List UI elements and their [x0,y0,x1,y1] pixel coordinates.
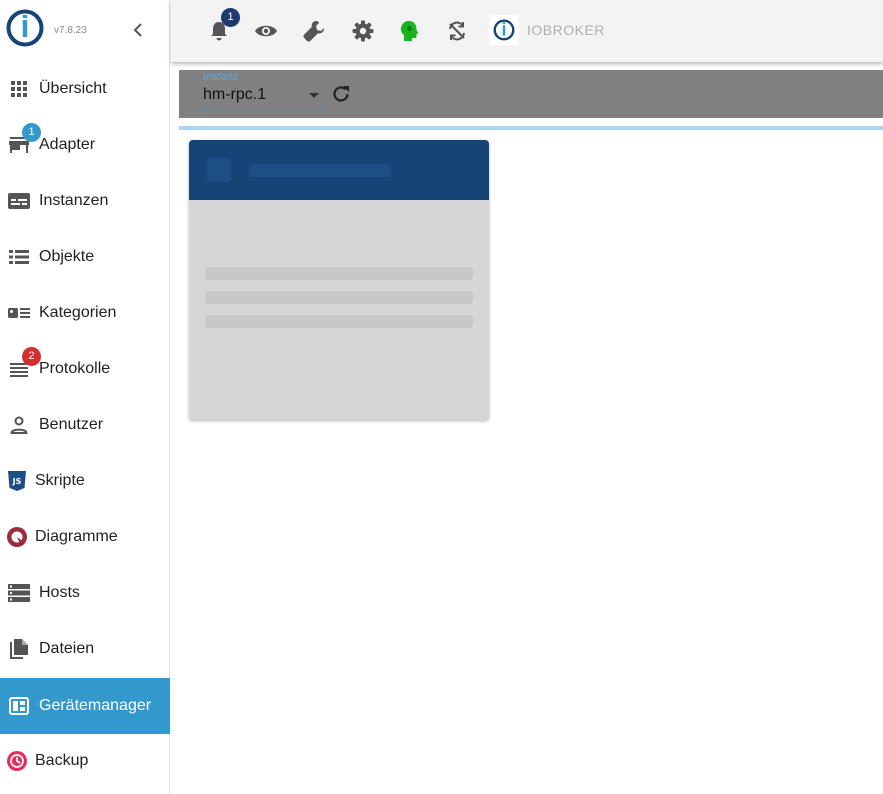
version-label: v7.8.23 [54,25,87,36]
sidebar-item-protokolle[interactable]: 2 Protokolle [0,341,170,397]
device-card-header [189,140,489,200]
sidebar-header: v7.8.23 [0,0,170,62]
sync-button[interactable] [444,18,470,44]
iobroker-logo[interactable] [6,9,44,47]
sidebar-item-uebersicht[interactable]: Übersicht [0,61,170,117]
sidebar-item-label: Hosts [39,584,80,601]
sidebar-item-label: Übersicht [39,80,107,97]
expert-mode-button[interactable] [397,18,423,44]
device-card-skeleton [189,140,489,420]
settings-icon [352,20,374,42]
skeleton-line [205,291,473,304]
category-icon [8,302,30,324]
sidebar-item-label: Gerätemanager [39,697,152,714]
skeleton-title-placeholder [249,164,391,177]
instance-select[interactable]: hm-rpc.1 [203,84,323,110]
sidebar-item-adapter[interactable]: 1 Adapter [0,117,170,173]
collapse-sidebar-button[interactable] [128,18,148,42]
list-icon [8,246,30,268]
refresh-icon [333,86,349,102]
sidebar-item-hosts[interactable]: Hosts [0,565,170,621]
instance-toolbar: Instanz hm-rpc.1 [179,70,883,118]
sidebar-item-benutzer[interactable]: Benutzer [0,397,170,453]
sidebar-item-label: Diagramme [35,528,118,545]
javascript-icon: JS [6,470,28,492]
sidebar-item-label: Kategorien [39,304,117,321]
sidebar-item-label: Skripte [35,472,85,489]
sidebar-item-geraetemanager[interactable]: Gerätemanager [0,678,170,734]
skeleton-line [205,315,473,328]
svg-text:JS: JS [12,477,22,486]
iobroker-logo-icon [489,15,519,45]
sidebar-item-backup[interactable]: Backup [0,733,170,789]
sidebar-item-diagramme[interactable]: Diagramme [0,509,170,565]
sidebar-item-label: Adapter [39,136,96,153]
instances-icon [8,190,30,212]
files-icon [8,638,30,660]
refresh-button[interactable] [329,82,353,106]
sidebar-item-instanzen[interactable]: Instanzen [0,173,170,229]
notifications-badge: 1 [221,8,240,27]
apps-grid-icon [8,78,30,100]
chart-icon [6,526,28,548]
server-icon [8,582,30,604]
eye-icon [255,25,277,37]
view-button[interactable] [253,18,279,44]
sidebar-item-label: Objekte [39,248,95,265]
instance-select-value: hm-rpc.1 [203,86,267,103]
sidebar-item-kategorien[interactable]: Kategorien [0,285,170,341]
settings-wrench-button[interactable] [301,18,327,44]
expert-head-icon [401,21,419,41]
top-bar: 1 IOBROKER [171,0,883,62]
sidebar-item-dateien[interactable]: Dateien [0,621,170,677]
iobroker-home-button[interactable]: IOBROKER [489,14,605,46]
system-settings-button[interactable] [350,18,376,44]
user-icon [8,414,30,436]
backup-icon [6,750,28,772]
sidebar-item-skripte[interactable]: JS Skripte [0,453,170,509]
chevron-left-icon [133,23,142,37]
dropdown-arrow-icon [309,93,319,98]
sidebar-item-label: Benutzer [39,416,104,433]
wrench-icon [303,20,325,42]
sidebar-item-label: Dateien [39,640,95,657]
loading-progress-bar [179,126,883,130]
sidebar: v7.8.23 Übersicht 1 Adapter Instanzen Ob… [0,0,170,794]
sidebar-item-label: Backup [35,752,89,769]
brand-name: IOBROKER [527,22,605,38]
sync-icon [449,21,465,41]
skeleton-icon-placeholder [207,158,231,182]
device-manager-icon [8,695,30,717]
sidebar-item-objekte[interactable]: Objekte [0,229,170,285]
skeleton-line [205,267,473,280]
sidebar-item-label: Instanzen [39,192,109,209]
sidebar-item-label: Protokolle [39,360,111,377]
instance-select-label: Instanz [203,71,239,83]
